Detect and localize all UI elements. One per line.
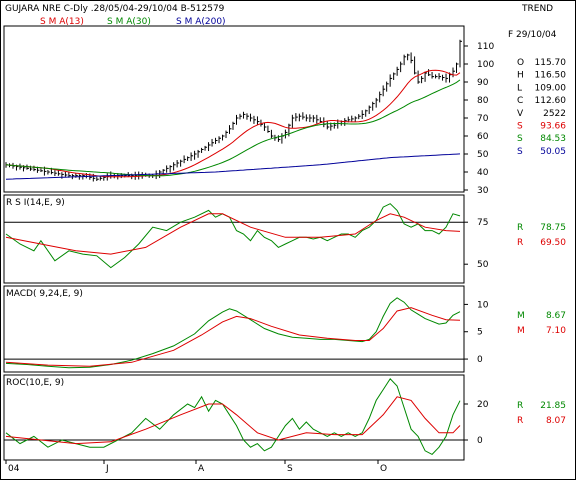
readout-ohlc-value: 109.00 [535,83,567,93]
readout-ohlc-value: 84.53 [540,134,566,144]
price-ytick-label: 90 [477,78,489,88]
readout-macd-value: 7.10 [546,326,566,336]
price-ytick-label: 70 [477,114,489,124]
price-ytick-label: 60 [477,132,489,142]
readout-date: F 29/10/04 [508,30,557,40]
readout-rsi-value: 69.50 [540,238,566,248]
chart-frame [0,0,576,480]
price-ytick-label: 80 [477,96,489,106]
readout-ohlc-key: O [517,58,524,68]
roc-ytick-label: 0 [477,436,483,446]
readout-ohlc-key: S [517,147,523,157]
macd-ytick-label: 0 [477,355,483,365]
x-tick-label: O [380,464,387,474]
readout-rsi-key: R [517,223,523,233]
readout-ohlc-value: 112.60 [535,96,567,106]
readout-roc-value: 8.07 [546,416,566,426]
rsi-title: R S I(14,E, 9) [6,198,65,208]
readout-macd-value: 8.67 [546,311,566,321]
x-tick-label: 04 [8,464,20,474]
stock-chart: GUJARA NRE C-Dly .28/05/04-29/10/04 B-51… [0,0,576,480]
readout-ohlc-key: H [517,71,524,81]
x-tick-label: A [198,464,205,474]
readout-ohlc-value: 50.05 [540,147,566,157]
readout-ohlc-key: C [517,96,523,106]
price-ytick-label: 110 [477,42,494,52]
roc-title: ROC(10,E, 9) [6,378,64,388]
readout-ohlc-value: 115.70 [535,58,567,68]
price-ytick-label: 100 [477,60,494,70]
readout-ohlc-key: S [517,134,523,144]
readout-roc-key: R [517,416,523,426]
chart-title: GUJARA NRE C-Dly .28/05/04-29/10/04 B-51… [5,4,225,14]
readout-ohlc-key: S [517,122,523,132]
x-tick-label: J [105,464,109,474]
readout-ohlc-value: 93.66 [540,122,566,132]
roc-ytick-label: 20 [477,400,489,410]
readout-roc-key: R [517,401,523,411]
readout-rsi-value: 78.75 [540,223,566,233]
readout-rsi-key: R [517,238,523,248]
readout-ohlc-value: 2522 [543,109,566,119]
x-tick-label: S [287,464,293,474]
macd-ytick-label: 5 [477,328,483,338]
rsi-ytick-label: 50 [477,260,489,270]
price-ytick-label: 30 [477,186,489,196]
readout-ohlc-value: 116.50 [535,71,567,81]
macd-ytick-label: 10 [477,300,489,310]
rsi-ytick-label: 75 [477,218,488,228]
readout-macd-key: M [517,311,525,321]
readout-ohlc-key: L [517,83,522,93]
readout-ohlc-key: V [517,109,524,119]
readout-roc-value: 21.85 [540,401,566,411]
trend-label: TREND [521,4,553,14]
macd-title: MACD( 9,24,E, 9) [6,289,83,299]
price-ytick-label: 50 [477,150,489,160]
price-ytick-label: 40 [477,168,489,178]
readout-macd-key: M [517,326,525,336]
